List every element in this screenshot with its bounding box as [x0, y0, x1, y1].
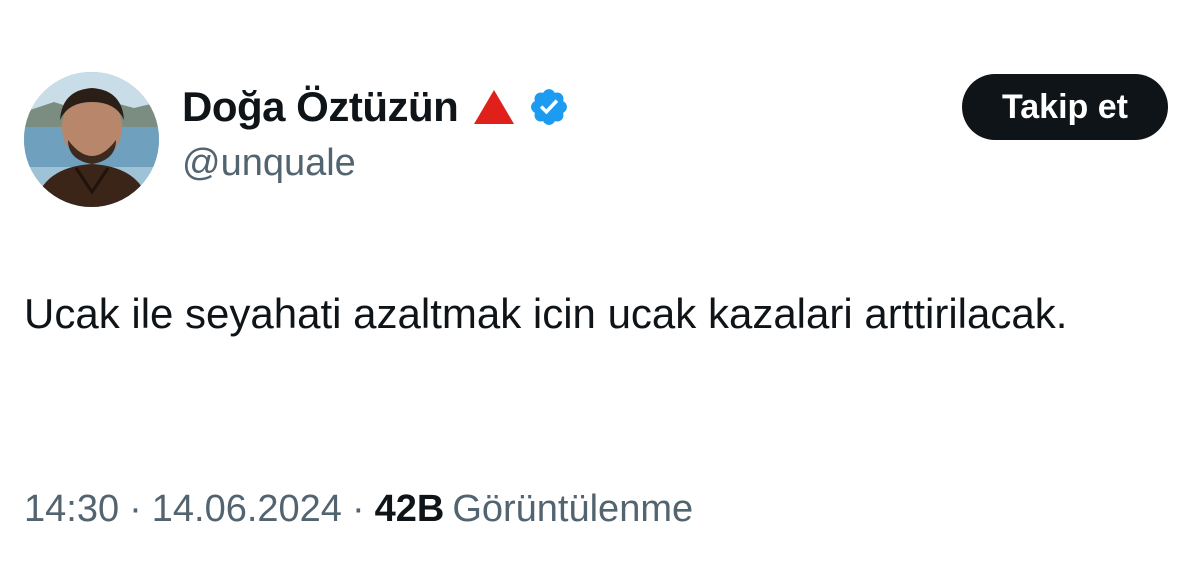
meta-separator: · — [351, 488, 365, 530]
tweet-time[interactable]: 14:30 — [24, 488, 119, 531]
follow-button[interactable]: Takip et — [962, 74, 1168, 140]
red-triangle-icon — [474, 90, 515, 124]
display-name[interactable]: Doğa Öztüzün — [182, 83, 459, 131]
tweet-text: Ucak ile seyahati azaltmak icin ucak kaz… — [24, 290, 1068, 337]
tweet-meta: 14:30 · 14.06.2024 · 42B Görüntülenme — [24, 488, 693, 531]
views-count[interactable]: 42B — [375, 488, 445, 531]
tweet-card: Doğa Öztüzün @unquale Takip et Ucak ile … — [0, 0, 1200, 568]
meta-separator: · — [129, 488, 142, 530]
verified-badge-icon[interactable] — [528, 86, 570, 128]
author-name-row: Doğa Öztüzün — [182, 82, 570, 132]
tweet-date[interactable]: 14.06.2024 — [152, 488, 342, 531]
views-label: Görüntülenme — [452, 488, 694, 530]
avatar-photo — [24, 72, 159, 207]
avatar[interactable] — [24, 72, 159, 207]
user-handle[interactable]: @unquale — [182, 142, 356, 185]
